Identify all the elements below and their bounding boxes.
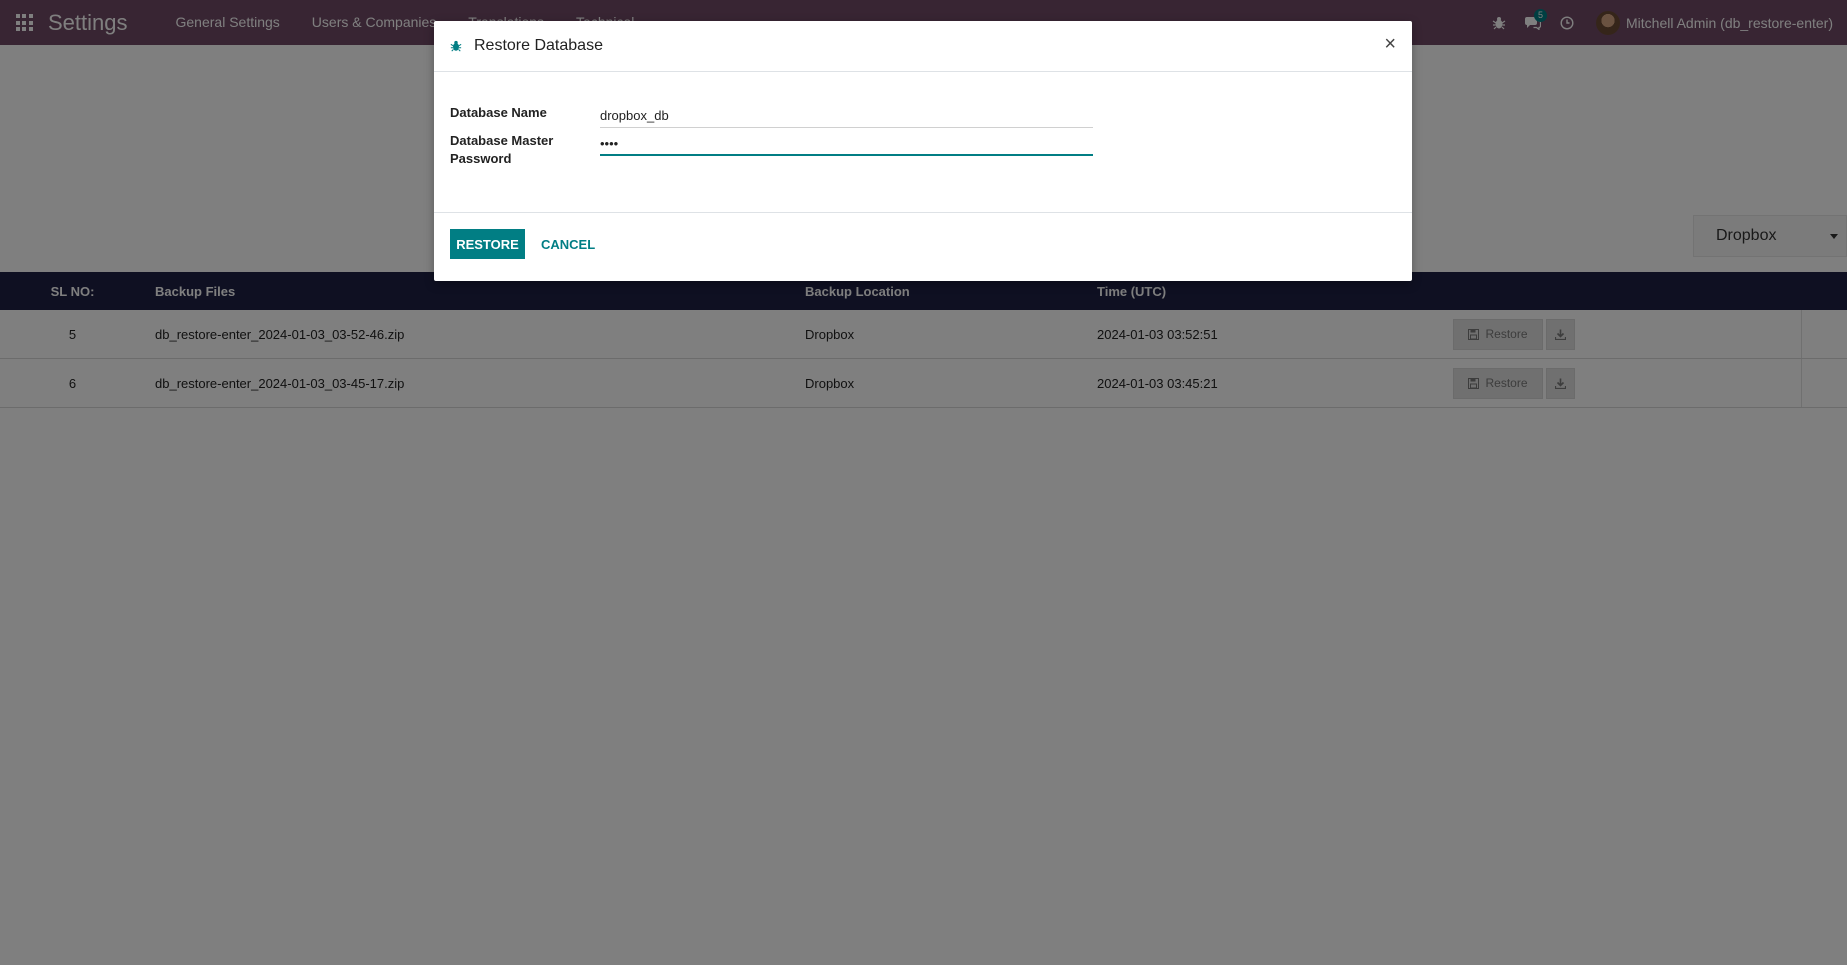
modal-body: Database Name Database Master Password (434, 72, 1412, 213)
cancel-button[interactable]: CANCEL (535, 229, 601, 259)
close-icon[interactable]: × (1384, 34, 1396, 54)
master-password-row: Database Master Password (450, 132, 1396, 166)
master-password-input[interactable] (600, 132, 1093, 156)
restore-database-dialog: Restore Database × Database Name Databas… (434, 21, 1412, 281)
modal-header: Restore Database × (434, 21, 1412, 72)
modal-footer: RESTORE CANCEL (434, 213, 1412, 275)
modal-title: Restore Database (474, 37, 603, 54)
db-name-input[interactable] (600, 104, 1093, 128)
db-name-label: Database Name (450, 105, 547, 120)
restore-button[interactable]: RESTORE (450, 229, 525, 259)
db-name-row: Database Name (450, 104, 1396, 132)
debug-bug-icon (450, 40, 462, 52)
master-password-label: Database Master Password (450, 133, 554, 166)
